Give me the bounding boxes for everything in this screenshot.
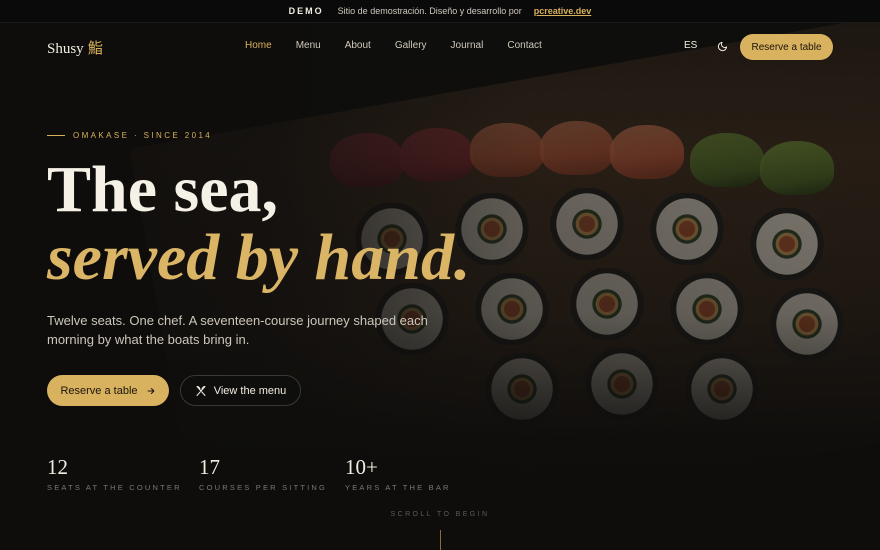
theme-toggle-button[interactable] xyxy=(713,37,731,55)
arrow-right-icon xyxy=(147,387,154,394)
language-toggle[interactable]: ES xyxy=(684,40,697,51)
hero-eyebrow: OMAKASE · SINCE 2014 xyxy=(47,131,212,140)
demo-text: Sitio de demostración. Diseño y desarrol… xyxy=(337,6,522,16)
nav-gallery[interactable]: Gallery xyxy=(395,40,427,51)
logo-kanji: 鮨 xyxy=(87,41,103,57)
hero-reserve-label: Reserve a table xyxy=(60,384,138,397)
stat-value: 17 xyxy=(199,455,220,479)
stat-courses: 17 COURSES PER SITTING xyxy=(199,455,327,492)
utensils-icon xyxy=(196,385,206,396)
demo-bar: DEMO Sitio de demostración. Diseño y des… xyxy=(0,0,880,23)
stat-label: YEARS AT THE BAR xyxy=(345,483,451,492)
scroll-hint[interactable]: SCROLL TO BEGIN xyxy=(0,511,880,518)
stat-label: COURSES PER SITTING xyxy=(199,483,328,492)
reserve-table-button[interactable]: Reserve a table xyxy=(740,34,833,60)
hero-title-line2: served by hand. xyxy=(47,221,471,294)
site-header: Shusy 鮨 Home Menu About Gallery Journal C… xyxy=(0,23,880,70)
nav-home[interactable]: Home xyxy=(245,40,272,51)
scroll-indicator-line xyxy=(440,530,441,550)
nav-journal[interactable]: Journal xyxy=(451,40,484,51)
stat-seats: 12 SEATS AT THE COUNTER xyxy=(47,455,182,492)
moon-icon xyxy=(717,41,727,51)
nav-contact[interactable]: Contact xyxy=(507,40,541,51)
nav-about[interactable]: About xyxy=(345,40,371,51)
view-menu-button[interactable]: View the menu xyxy=(180,375,301,406)
nav-menu[interactable]: Menu xyxy=(296,40,321,51)
hero-lede: Twelve seats. One chef. A seventeen-cour… xyxy=(47,313,428,347)
stat-value: 12 xyxy=(47,455,68,479)
view-menu-label: View the menu xyxy=(213,384,287,397)
stat-years: 10+ YEARS AT THE BAR xyxy=(345,455,451,492)
hero-reserve-button[interactable]: Reserve a table xyxy=(47,375,169,406)
eyebrow-text: OMAKASE · SINCE 2014 xyxy=(73,131,213,140)
stat-label: SEATS AT THE COUNTER xyxy=(47,483,182,492)
logo[interactable]: Shusy 鮨 xyxy=(47,37,103,58)
demo-credit-link[interactable]: pcreative.dev xyxy=(534,6,592,16)
logo-text: Shusy xyxy=(47,41,84,57)
eyebrow-rule xyxy=(47,135,65,136)
main-nav: Home Menu About Gallery Journal Contact xyxy=(245,40,566,51)
stat-value: 10+ xyxy=(345,455,378,479)
demo-tag: DEMO xyxy=(288,6,324,16)
